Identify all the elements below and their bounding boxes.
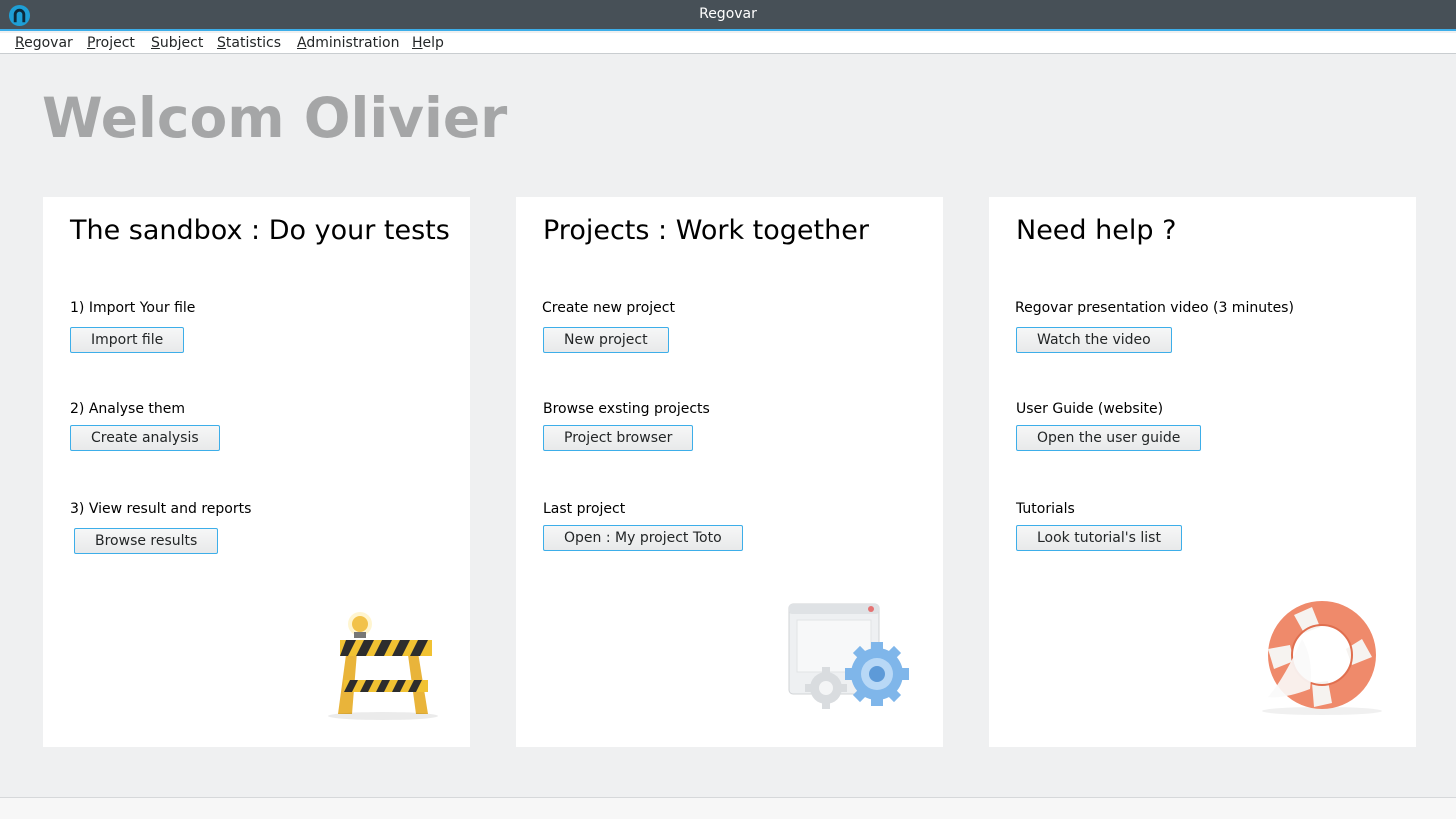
lifebuoy-icon (1262, 601, 1382, 715)
status-bar (0, 797, 1456, 819)
projects-panel: Projects : Work together Create new proj… (516, 197, 943, 747)
window-gears-icon (788, 603, 909, 709)
panel-title: Projects : Work together (543, 215, 869, 246)
help-panel: Need help ? Regovar presentation video (… (989, 197, 1416, 747)
new-project-button[interactable]: New project (543, 327, 669, 353)
project-browser-button[interactable]: Project browser (543, 425, 694, 451)
tutorials-list-button[interactable]: Look tutorial's list (1016, 525, 1182, 551)
panel-title: Need help ? (1016, 215, 1177, 246)
step-label: 2) Analyse them (70, 401, 185, 417)
welcome-heading: Welcom Olivier (42, 86, 508, 150)
step-label: 1) Import Your file (70, 300, 196, 316)
menu-regovar[interactable]: Regovar (15, 35, 73, 51)
create-analysis-button[interactable]: Create analysis (70, 425, 220, 451)
browse-results-button[interactable]: Browse results (74, 528, 219, 554)
sandbox-panel: The sandbox : Do your tests 1) Import Yo… (43, 197, 470, 747)
step-label: Tutorials (1016, 501, 1075, 517)
step-label: User Guide (website) (1016, 401, 1164, 417)
menubar: Regovar Project Subject Statistics Admin… (0, 33, 1456, 54)
step-label: Last project (543, 501, 626, 517)
step-label: 3) View result and reports (70, 501, 252, 517)
menu-project[interactable]: Project (87, 35, 135, 51)
import-file-button[interactable]: Import file (70, 327, 185, 353)
step-label: Browse exsting projects (543, 401, 710, 417)
panel-title: The sandbox : Do your tests (70, 215, 450, 246)
open-user-guide-button[interactable]: Open the user guide (1016, 425, 1202, 451)
window-titlebar: Regovar (0, 0, 1456, 31)
step-label: Regovar presentation video (3 minutes) (1015, 300, 1294, 316)
menu-help[interactable]: Help (412, 35, 444, 51)
watch-video-button[interactable]: Watch the video (1016, 327, 1172, 353)
menu-subject[interactable]: Subject (151, 35, 203, 51)
construction-barrier-icon (328, 612, 438, 720)
menu-statistics[interactable]: Statistics (217, 35, 281, 51)
window-title: Regovar (699, 6, 757, 22)
menu-administration[interactable]: Administration (297, 35, 399, 51)
open-last-project-button[interactable]: Open : My project Toto (543, 525, 743, 551)
step-label: Create new project (542, 300, 675, 316)
